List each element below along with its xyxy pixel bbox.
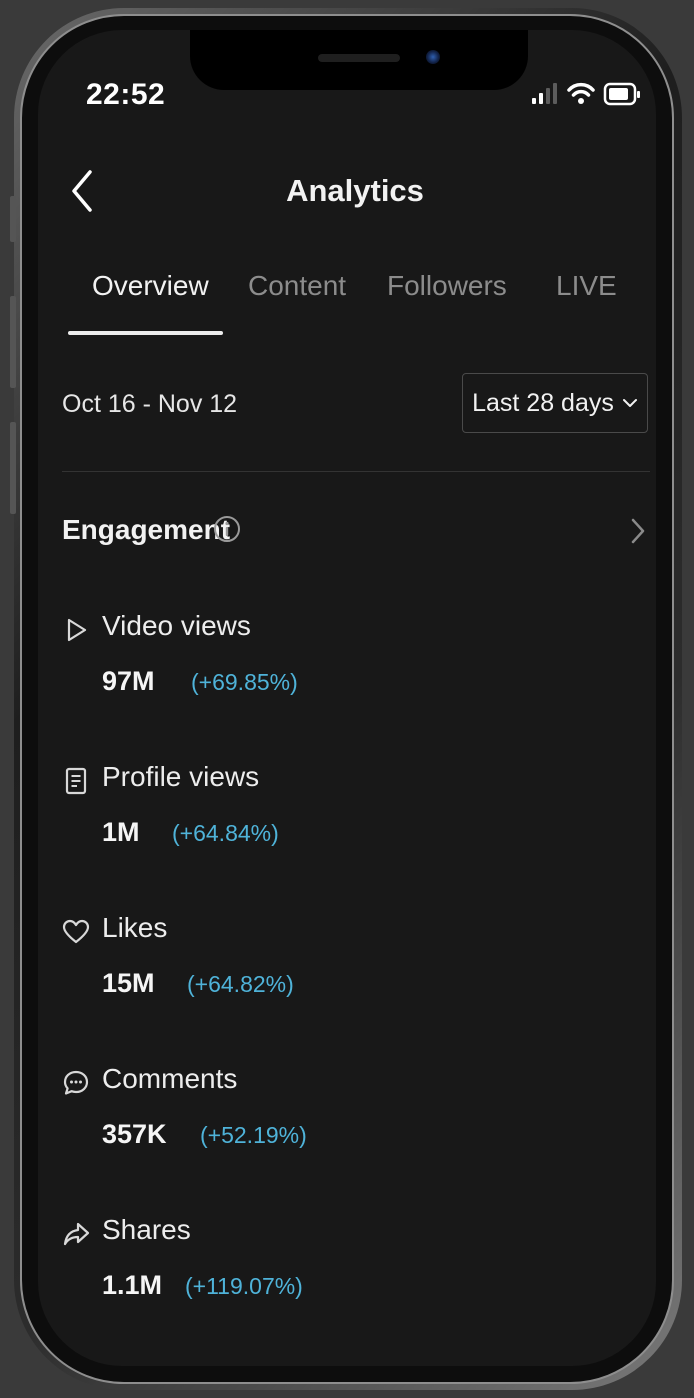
tab-followers[interactable]: Followers [387, 270, 507, 302]
wifi-icon [567, 82, 595, 104]
volume-down-button [10, 422, 16, 514]
metric-likes: Likes 15M (+64.82%) [62, 912, 650, 1022]
date-range-label: Oct 16 - Nov 12 [62, 390, 238, 418]
mute-switch [10, 196, 16, 242]
metric-change: (+52.19%) [200, 1122, 307, 1148]
section-title: Engagement [62, 514, 231, 545]
comment-bubble-icon [63, 1070, 89, 1095]
metric-label: Likes [102, 912, 168, 943]
tab-content[interactable]: Content [248, 270, 346, 302]
play-outline-icon [67, 618, 87, 642]
metric-change: (+64.84%) [172, 820, 279, 846]
metric-value: 15M [102, 968, 155, 998]
metric-label: Shares [102, 1214, 191, 1245]
period-dropdown[interactable]: Last 28 days [462, 373, 648, 433]
metric-label: Video views [102, 610, 251, 641]
metric-video-views: Video views 97M (+69.85%) [62, 610, 650, 720]
chevron-right-icon [631, 518, 645, 544]
metric-value: 97M [102, 666, 155, 696]
earpiece-speaker [318, 54, 400, 62]
profile-doc-icon [65, 767, 87, 795]
heart-outline-icon [62, 919, 90, 944]
page-title: Analytics [286, 173, 424, 208]
chevron-down-icon [622, 399, 637, 407]
front-camera [426, 50, 440, 64]
share-arrow-icon [63, 1222, 90, 1246]
metric-label: Profile views [102, 761, 260, 792]
section-divider [62, 471, 650, 472]
tab-bar: Overview Content Followers LIVE [38, 270, 656, 335]
battery-icon [603, 82, 640, 106]
status-icons [532, 80, 642, 108]
metric-change: (+69.85%) [191, 669, 298, 695]
notch [190, 30, 528, 90]
metric-comments: Comments 357K (+52.19%) [62, 1063, 650, 1173]
metric-change: (+119.07%) [185, 1273, 303, 1299]
metric-value: 1M [102, 817, 140, 847]
tab-overview[interactable]: Overview [92, 270, 209, 302]
metric-label: Comments [102, 1063, 238, 1094]
info-icon[interactable] [212, 514, 242, 544]
engagement-header[interactable]: Engagement [62, 510, 650, 550]
app-screen: 22:52 Analytics Overview Content Followe… [38, 30, 656, 1366]
status-icons-svg [532, 82, 640, 106]
tab-live[interactable]: LIVE [556, 270, 617, 302]
metric-value: 357K [102, 1119, 167, 1149]
metric-value: 1.1M [102, 1270, 163, 1300]
active-tab-indicator [68, 331, 223, 335]
signal-icon [532, 83, 557, 104]
metric-profile-views: Profile views 1M (+64.84%) [62, 761, 650, 871]
metric-change: (+64.82%) [187, 971, 294, 997]
metric-shares: Shares 1.1M (+119.07%) [62, 1214, 650, 1324]
volume-up-button [10, 296, 16, 388]
period-dropdown-label: Last 28 days [472, 388, 614, 417]
status-time: 22:52 [86, 78, 166, 111]
